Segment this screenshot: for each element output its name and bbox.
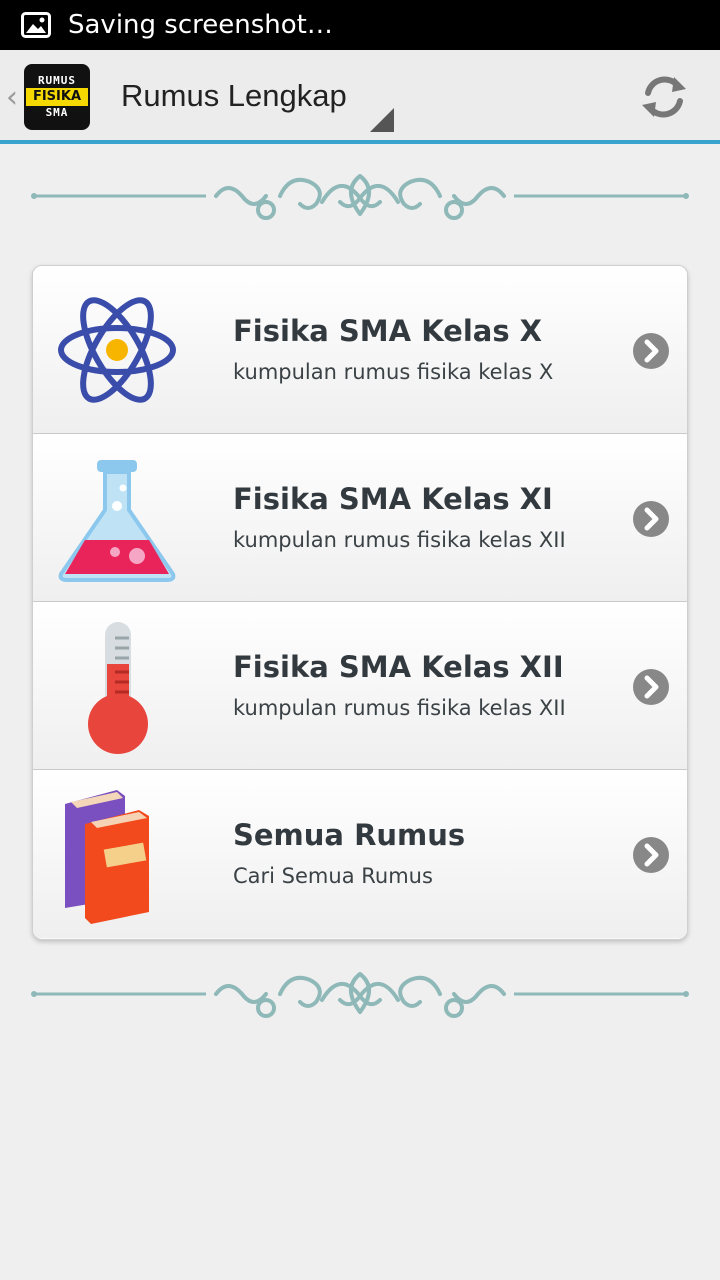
menu-item-title: Semua Rumus [233, 818, 466, 852]
up-caret-icon[interactable]: ‹ [6, 80, 18, 115]
menu-item-subtitle: Cari Semua Rumus [233, 864, 433, 888]
menu-item-subtitle: kumpulan rumus fisika kelas XII [233, 696, 566, 720]
chevron-right-icon [633, 837, 669, 873]
menu-item-semua-rumus[interactable]: Semua Rumus Cari Semua Rumus [33, 770, 687, 938]
ornament-divider-bottom [31, 972, 689, 1018]
menu-item-title: Fisika SMA Kelas XI [233, 482, 553, 516]
thermometer-icon [88, 622, 148, 754]
page-title-spinner[interactable]: Rumus Lengkap [121, 78, 347, 114]
flask-icon [58, 460, 176, 582]
chevron-right-icon [633, 333, 669, 369]
menu-item-title: Fisika SMA Kelas X [233, 314, 543, 348]
logo-text-bottom: SMA [45, 106, 69, 119]
menu-list: Fisika SMA Kelas X kumpulan rumus fisika… [32, 265, 688, 940]
image-icon [21, 12, 51, 38]
menu-item-subtitle: kumpulan rumus fisika kelas X [233, 360, 554, 384]
status-bar: Saving screenshot… [0, 0, 720, 50]
menu-item-kelas-xii[interactable]: Fisika SMA Kelas XII kumpulan rumus fisi… [33, 602, 687, 770]
refresh-icon[interactable] [638, 71, 690, 123]
atom-icon [58, 297, 176, 403]
menu-item-kelas-x[interactable]: Fisika SMA Kelas X kumpulan rumus fisika… [33, 266, 687, 434]
books-icon [65, 790, 149, 924]
app-logo[interactable]: RUMUS FISIKA SMA [24, 64, 90, 130]
menu-item-title: Fisika SMA Kelas XII [233, 650, 564, 684]
chevron-right-icon [633, 669, 669, 705]
menu-item-kelas-xi[interactable]: Fisika SMA Kelas XI kumpulan rumus fisik… [33, 434, 687, 602]
logo-text-middle: FISIKA [26, 88, 88, 106]
spinner-arrow-icon[interactable] [370, 108, 394, 132]
menu-item-subtitle: kumpulan rumus fisika kelas XII [233, 528, 566, 552]
action-bar: ‹ RUMUS FISIKA SMA Rumus Lengkap [0, 50, 720, 144]
logo-text-top: RUMUS [37, 74, 77, 87]
chevron-right-icon [633, 501, 669, 537]
status-text: Saving screenshot… [68, 10, 333, 40]
ornament-divider-top [31, 174, 689, 220]
